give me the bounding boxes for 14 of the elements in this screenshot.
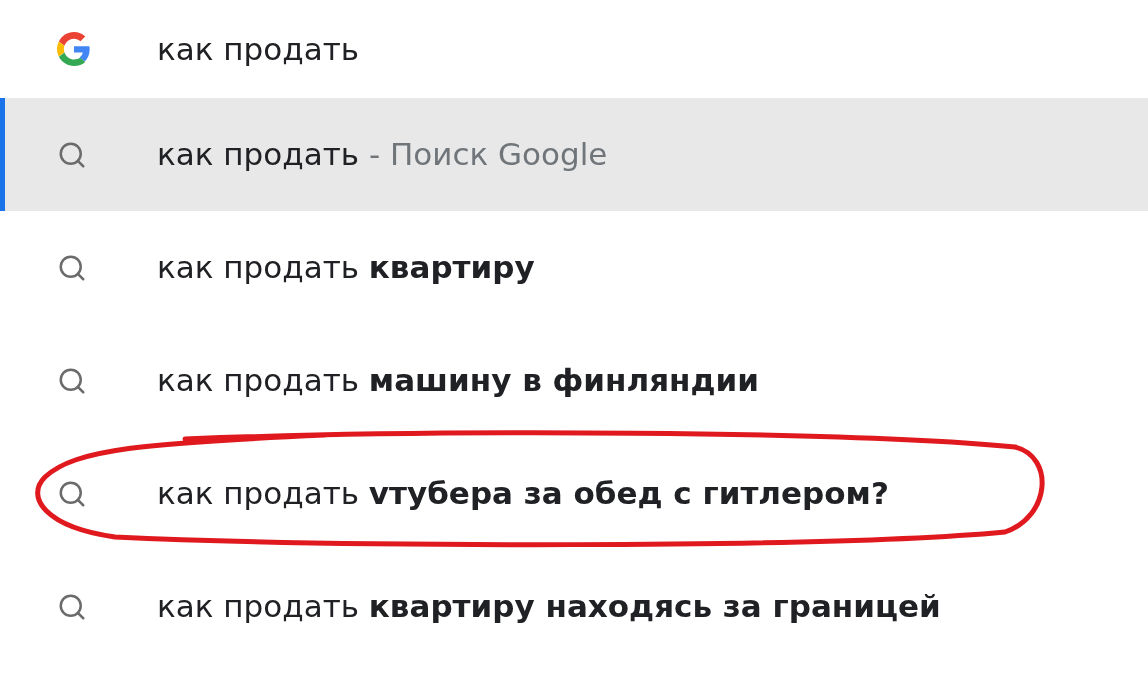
suggestion-row[interactable]: как продать vтубера за обед с гитлером?	[0, 437, 1148, 550]
suggestion-row[interactable]: как продать	[0, 0, 1148, 98]
suggestion-row[interactable]: как продать квартиру находясь за границей	[0, 550, 1148, 663]
suggestion-text: как продать vтубера за обед с гитлером?	[157, 474, 889, 514]
suggestion-row[interactable]: как продать квартиру	[0, 211, 1148, 324]
google-logo-icon	[57, 32, 91, 66]
suggestion-text: как продать	[157, 29, 359, 69]
suggestion-text: как продать квартиру находясь за границей	[157, 587, 941, 627]
suggestion-text: как продать квартиру	[157, 248, 535, 288]
selected-suggestion-row[interactable]: как продать - Поиск Google	[0, 98, 1148, 211]
suggestion-text: как продать машину в финляндии	[157, 361, 759, 401]
suggestion-row[interactable]: как продать машину в финляндии	[0, 324, 1148, 437]
suggestion-suffix: - Поиск Google	[369, 135, 608, 175]
suggestion-text: как продать	[157, 135, 359, 175]
